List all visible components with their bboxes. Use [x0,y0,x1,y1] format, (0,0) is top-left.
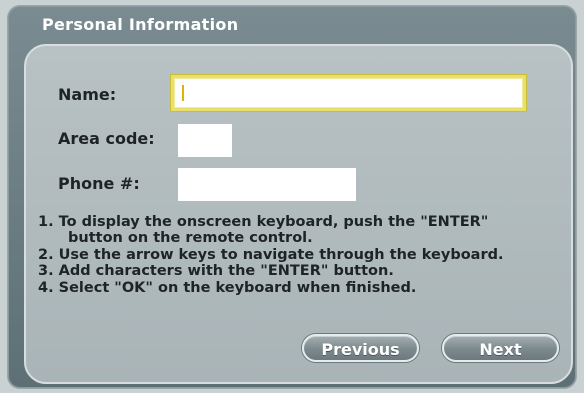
next-button[interactable]: Next [442,334,559,362]
phone-field[interactable] [178,168,356,201]
phone-label: Phone #: [58,174,140,193]
instruction-line: button on the remote control. [68,230,313,247]
previous-button[interactable]: Previous [302,334,419,362]
instruction-line: 4. Select "OK" on the keyboard when fini… [38,279,417,296]
instruction-line: 3. Add characters with the "ENTER" butto… [38,263,394,280]
form-panel: Name: Area code: Phone #: 1. To display … [24,44,573,384]
area-code-label: Area code: [58,129,155,148]
dialog-title: Personal Information [42,15,239,34]
name-field[interactable] [171,75,526,111]
text-caret [182,85,184,101]
area-code-field[interactable] [178,124,232,157]
instructions-list: 1. To display the onscreen keyboard, pus… [38,214,576,296]
instruction-line: 2. Use the arrow keys to navigate throug… [38,246,504,263]
personal-information-dialog: Personal Information Name: Area code: Ph… [8,6,576,388]
instruction-line: 1. To display the onscreen keyboard, pus… [38,214,489,230]
name-label: Name: [58,85,117,104]
